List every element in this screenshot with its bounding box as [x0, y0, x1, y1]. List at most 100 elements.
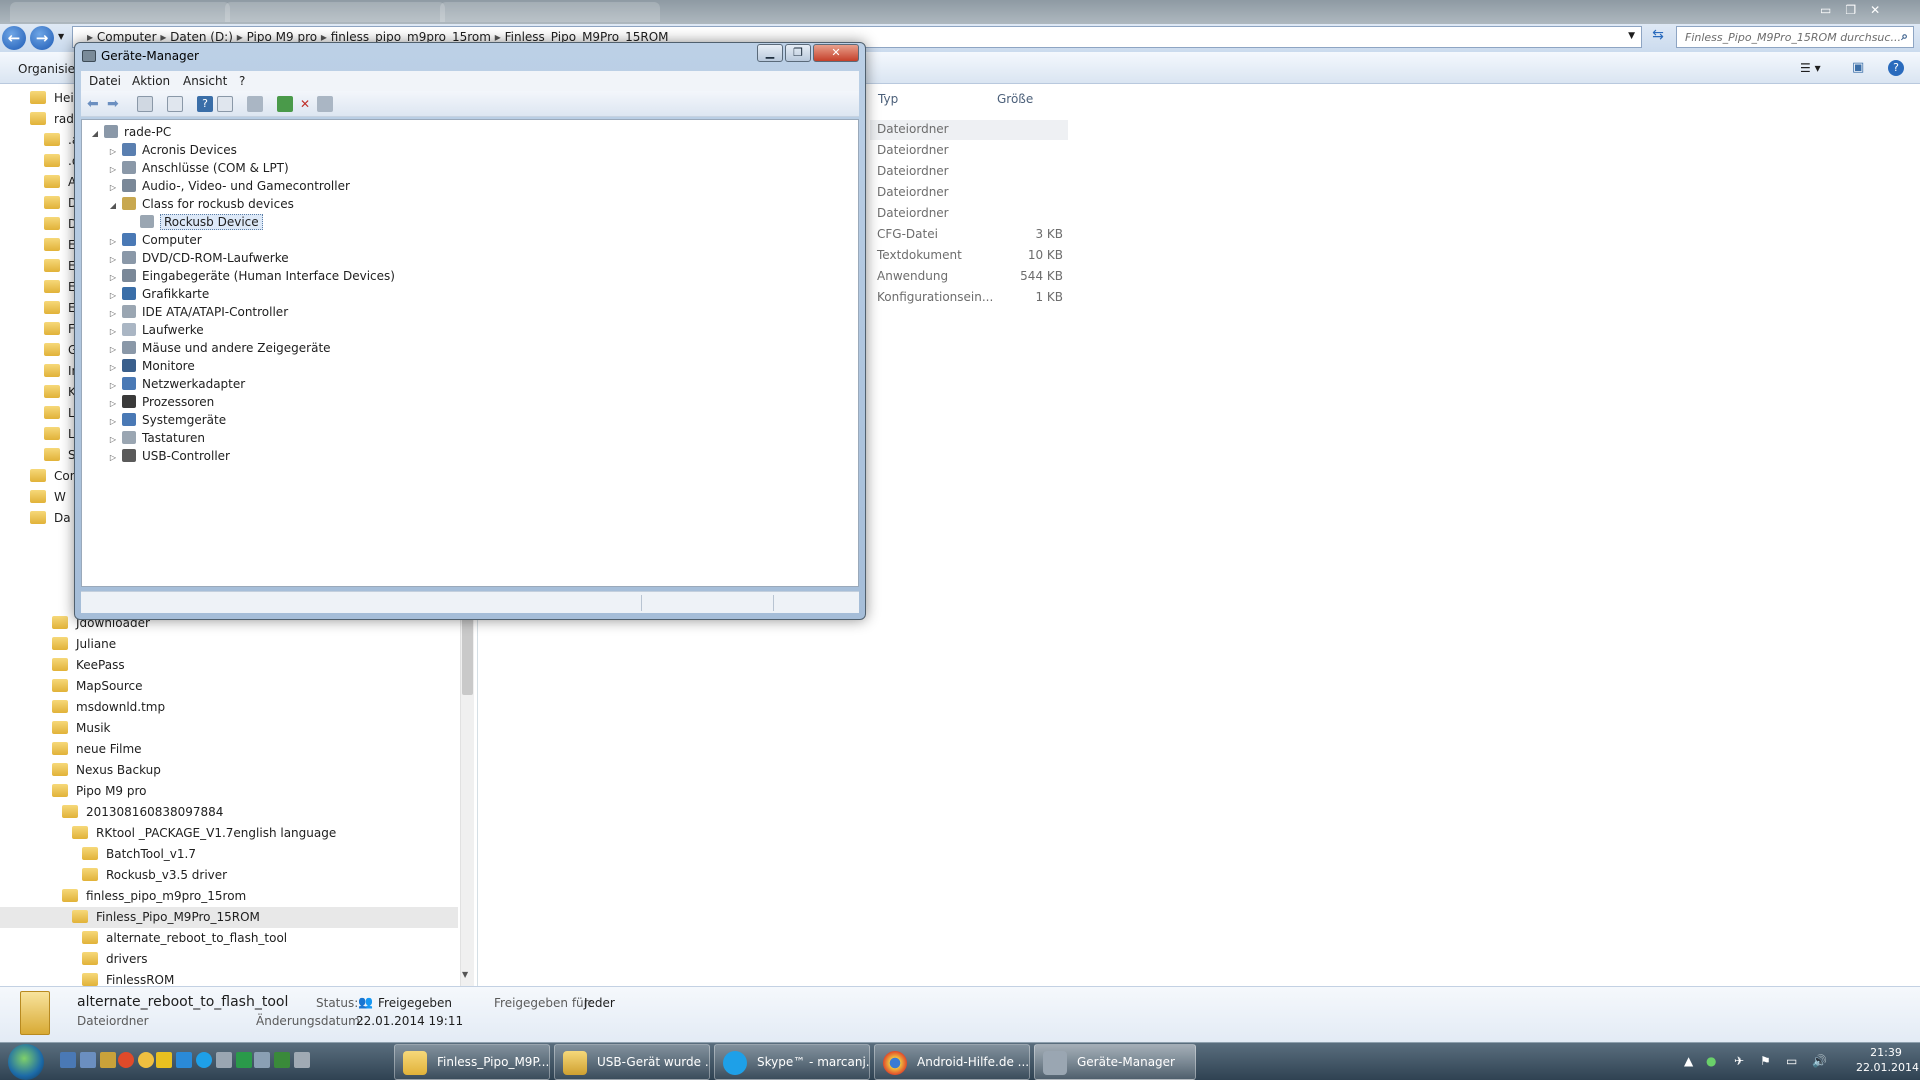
firefox-icon[interactable]: [118, 1052, 134, 1068]
tree-node[interactable]: ▷ Eingabegeräte (Human Interface Devices): [108, 267, 395, 285]
minimize-button[interactable]: ▁: [757, 44, 783, 62]
tree-node[interactable]: ▷ Monitore: [108, 357, 195, 375]
nav-item[interactable]: msdownld.tmp: [52, 697, 165, 718]
nav-item[interactable]: KeePass: [52, 655, 125, 676]
tree-node[interactable]: ◢ Class for rockusb devices: [108, 195, 294, 213]
tree-node[interactable]: ▷ IDE ATA/ATAPI-Controller: [108, 303, 288, 321]
expand-icon[interactable]: ◢: [108, 197, 118, 215]
settings-icon[interactable]: [216, 1052, 232, 1068]
search-input[interactable]: Finless_Pipo_M9Pro_15ROM durchsuc... ⌕: [1676, 26, 1914, 48]
plugin-icon[interactable]: [274, 1052, 290, 1068]
collapse-icon[interactable]: ◢: [90, 125, 100, 143]
nav-item[interactable]: Hei: [30, 88, 74, 109]
back-icon[interactable]: ←: [2, 26, 26, 50]
browser-tab[interactable]: [10, 2, 230, 22]
chrome-icon[interactable]: [138, 1052, 154, 1068]
window-controls[interactable]: ▭❐✕: [1820, 3, 1894, 17]
forward-icon[interactable]: ➡: [107, 96, 123, 112]
uninstall-icon[interactable]: ✕: [297, 96, 313, 112]
menu-action[interactable]: Aktion: [132, 74, 170, 88]
nav-item[interactable]: drivers: [82, 949, 148, 970]
nav-item[interactable]: Con: [30, 466, 77, 487]
chevron-down-icon[interactable]: ▼: [1628, 31, 1635, 41]
forward-icon[interactable]: →: [30, 26, 54, 50]
column-size[interactable]: Größe: [997, 92, 1033, 106]
tray-monitor-icon[interactable]: ▭: [1786, 1054, 1797, 1068]
search-icon[interactable]: ⌕: [1901, 29, 1908, 44]
help-icon[interactable]: ?: [1888, 60, 1904, 76]
explorer-icon[interactable]: [80, 1052, 96, 1068]
nav-item[interactable]: Rockusb_v3.5 driver: [82, 865, 227, 886]
scroll-down-icon[interactable]: ▼: [462, 970, 468, 979]
maximize-button[interactable]: ❐: [785, 44, 811, 62]
taskbar-button-chrome[interactable]: Android-Hilfe.de ...: [874, 1044, 1030, 1080]
preview-pane-icon[interactable]: ▣: [1852, 60, 1864, 75]
nav-item[interactable]: Juliane: [52, 634, 116, 655]
start-button[interactable]: [8, 1044, 44, 1080]
tool-icon[interactable]: [254, 1052, 270, 1068]
taskbar-button-usb[interactable]: USB-Gerät wurde ...: [554, 1044, 710, 1080]
tree-node[interactable]: ▷ Mäuse und andere Zeigegeräte: [108, 339, 331, 357]
tray-flag-icon[interactable]: ⚑: [1760, 1054, 1771, 1068]
nav-item[interactable]: alternate_reboot_to_flash_tool: [82, 928, 287, 949]
taskbar-button-skype[interactable]: Skype™ - marcanj...: [714, 1044, 870, 1080]
nav-item-selected[interactable]: Finless_Pipo_M9Pro_15ROM: [0, 907, 458, 928]
nav-item[interactable]: neue Filme: [52, 739, 142, 760]
properties-icon[interactable]: [167, 96, 183, 112]
nav-item[interactable]: Da: [30, 508, 71, 529]
tree-node[interactable]: ▷ Tastaturen: [108, 429, 205, 447]
close-button[interactable]: ✕: [813, 44, 859, 62]
nav-item[interactable]: finless_pipo_m9pro_15rom: [62, 886, 246, 907]
tree-node[interactable]: ▷ USB-Controller: [108, 447, 230, 465]
nav-item[interactable]: BatchTool_v1.7: [82, 844, 196, 865]
browser-tab[interactable]: [225, 2, 445, 22]
archive-icon[interactable]: [100, 1052, 116, 1068]
tray-network-icon[interactable]: ✈: [1734, 1054, 1744, 1068]
tree-node[interactable]: ▷ Prozessoren: [108, 393, 214, 411]
nav-item[interactable]: Nexus Backup: [52, 760, 161, 781]
nav-item[interactable]: 20130816083809788‌4: [62, 802, 223, 823]
tree-node[interactable]: ▷ Netzwerkadapter: [108, 375, 245, 393]
show-desktop-icon[interactable]: [60, 1052, 76, 1068]
help-icon[interactable]: ?: [197, 96, 213, 112]
tree-node[interactable]: ▷ Laufwerke: [108, 321, 204, 339]
scan-hardware-icon[interactable]: [247, 96, 263, 112]
refresh-icon[interactable]: ⇆: [1646, 27, 1670, 47]
view-icon[interactable]: [217, 96, 233, 112]
nav-item[interactable]: W: [30, 487, 66, 508]
tray-volume-icon[interactable]: 🔊: [1812, 1054, 1827, 1068]
recent-pages-icon[interactable]: ▼: [58, 32, 64, 41]
skype-icon[interactable]: [196, 1052, 212, 1068]
tray-app-icon[interactable]: ●: [1706, 1054, 1716, 1068]
notes-icon[interactable]: [156, 1052, 172, 1068]
nav-item[interactable]: Musik: [52, 718, 111, 739]
nav-item[interactable]: Pipo M9 pro: [52, 781, 147, 802]
tree-node[interactable]: ▷ Acronis Devices: [108, 141, 237, 159]
tree-node[interactable]: ▷ Computer: [108, 231, 202, 249]
taskbar-button-device-manager[interactable]: Geräte-Manager: [1034, 1044, 1196, 1080]
scrollbar-thumb[interactable]: [462, 610, 473, 695]
tree-node[interactable]: ▷ Systemgeräte: [108, 411, 226, 429]
tree-icon[interactable]: [137, 96, 153, 112]
view-options-icon[interactable]: ☰ ▾: [1800, 61, 1821, 75]
nav-item[interactable]: MapSource: [52, 676, 143, 697]
disable-icon[interactable]: [317, 96, 333, 112]
calc-icon[interactable]: [294, 1052, 310, 1068]
tree-root[interactable]: ◢ rade-PC: [90, 123, 171, 141]
tree-node[interactable]: ▷ Anschlüsse (COM & LPT): [108, 159, 289, 177]
device-manager-window[interactable]: Geräte-Manager ▁ ❐ ✕ Datei Aktion Ansich…: [74, 42, 866, 620]
menu-help[interactable]: ?: [239, 74, 245, 88]
menu-file[interactable]: Datei: [89, 74, 121, 88]
tree-node[interactable]: ▷ Audio-, Video- und Gamecontroller: [108, 177, 350, 195]
clock[interactable]: 21:39 22.01.2014: [1856, 1045, 1919, 1075]
expand-icon[interactable]: ▷: [108, 449, 118, 467]
nav-item[interactable]: RKtool _PACKAGE_V1.7english language: [72, 823, 336, 844]
taskbar-button-explorer[interactable]: Finless_Pipo_M9P...: [394, 1044, 550, 1080]
tree-node-selected[interactable]: Rockusb Device: [126, 213, 263, 231]
tree-node[interactable]: ▷ Grafikkarte: [108, 285, 209, 303]
browser-tab[interactable]: [440, 2, 660, 22]
excel-icon[interactable]: [236, 1052, 252, 1068]
tree-node[interactable]: ▷ DVD/CD-ROM-Laufwerke: [108, 249, 289, 267]
tray-expand-icon[interactable]: ▲: [1684, 1054, 1693, 1068]
menu-view[interactable]: Ansicht: [183, 74, 227, 88]
